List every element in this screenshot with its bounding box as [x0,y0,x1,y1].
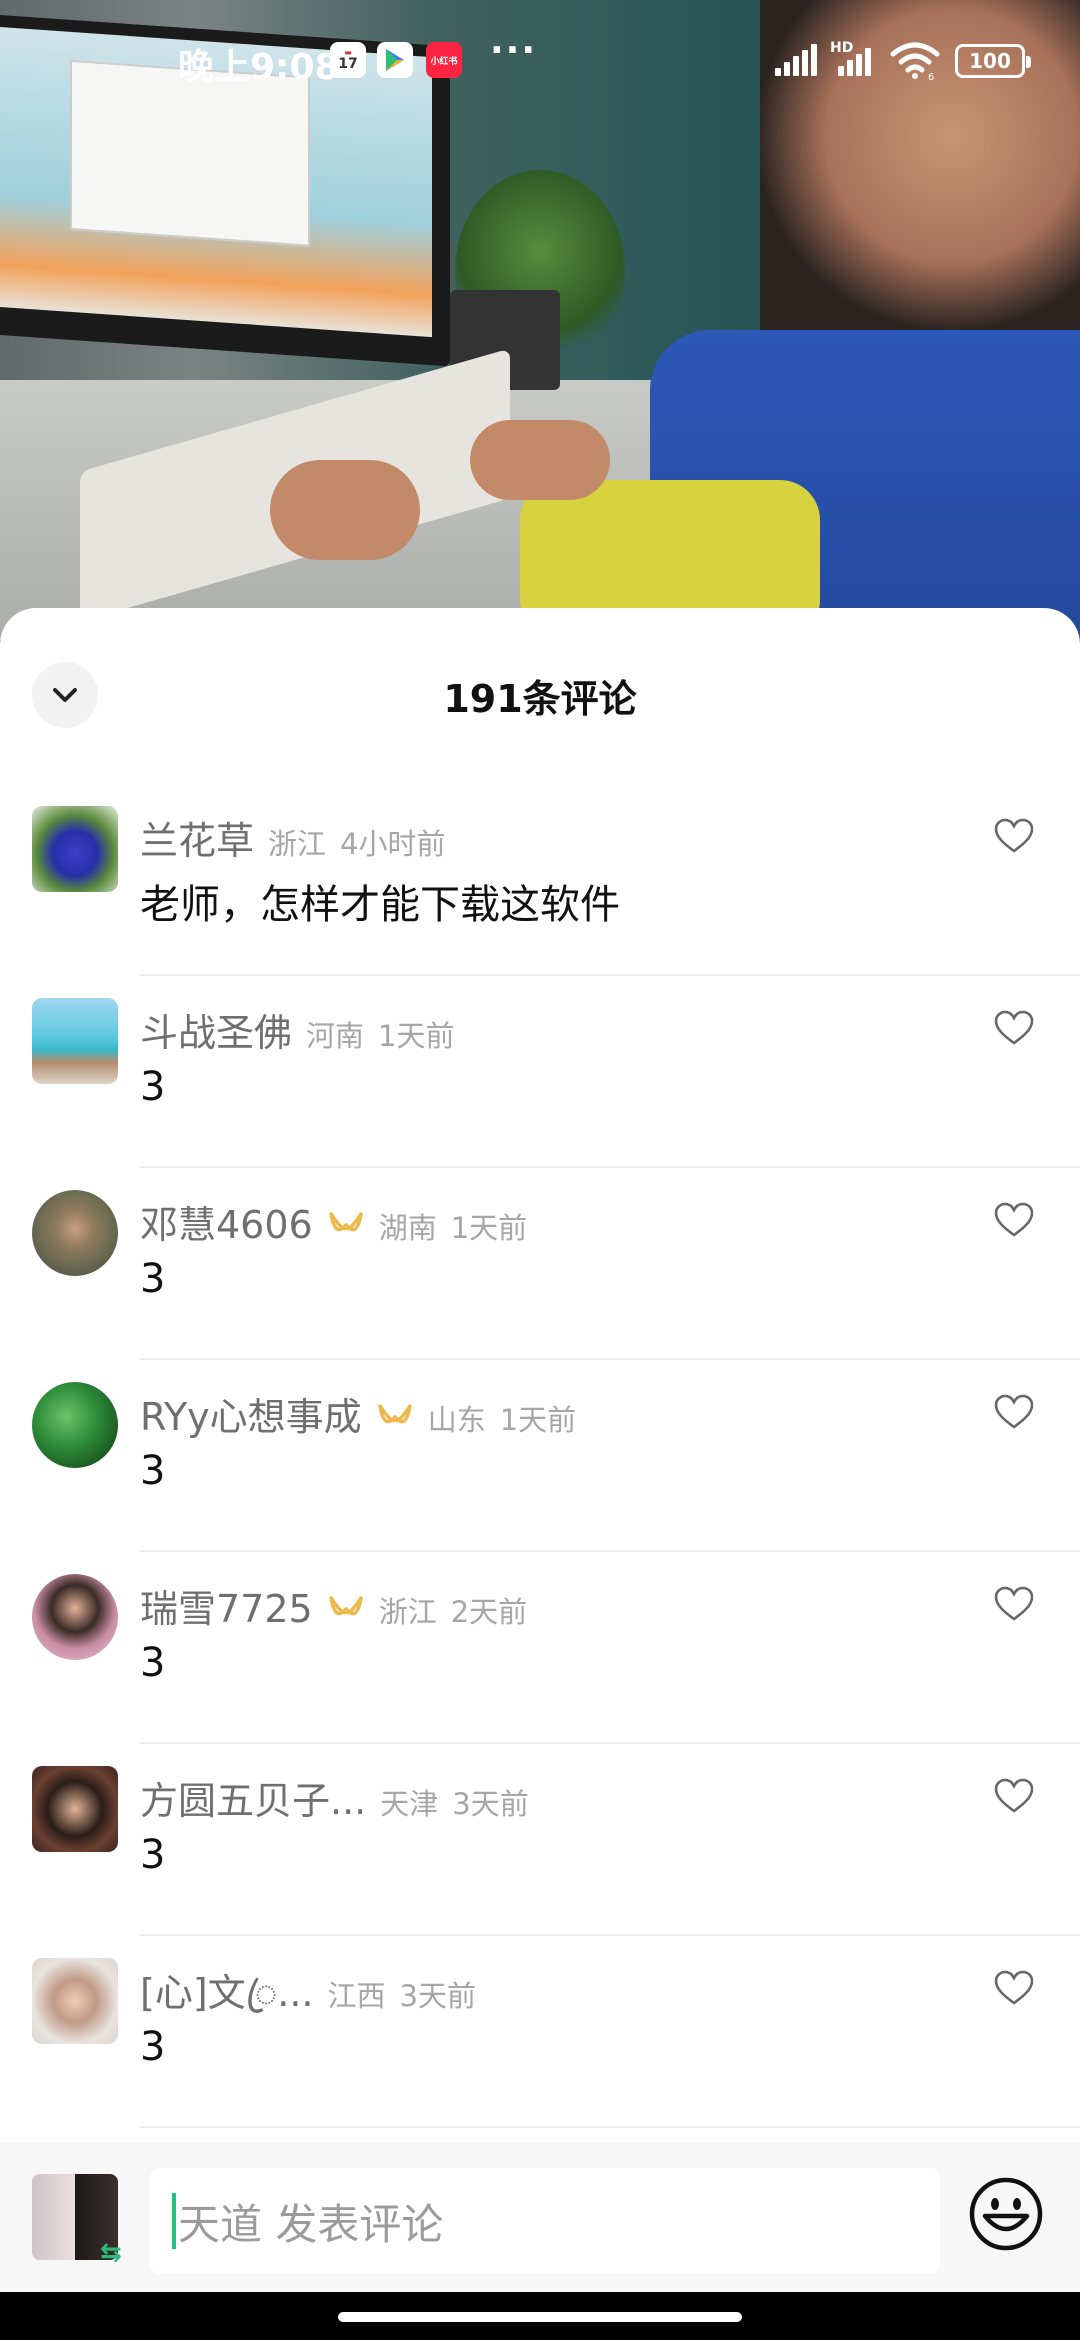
comment-item[interactable]: RYy心想事成 山东 1天前 3 [0,1360,1080,1552]
comment-time: 1天前 [499,1403,577,1437]
comment-list: 兰花草 浙江 4小时前 老师，怎样才能下载这软件 斗战圣佛 河南 1天前 3 邓… [0,784,1080,2128]
video-hand [470,420,610,500]
avatar[interactable] [32,1958,118,2044]
comment-location: 湖南 [378,1211,437,1245]
comment-text[interactable]: 3 [140,2024,165,2070]
heart-icon[interactable] [994,1586,1034,1622]
comment-username[interactable]: 斗战圣佛 [140,1002,292,1057]
comments-count-title: 191条评论 [443,677,637,721]
heart-icon[interactable] [994,1778,1034,1814]
comment-text[interactable]: 3 [140,1064,165,1110]
comment-time: 1天前 [378,1019,455,1053]
calendar-icon: ▬ 17 [330,42,366,78]
divider [140,2126,1080,2128]
comment-text[interactable]: 3 [140,1640,165,1686]
heart-icon[interactable] [994,1202,1034,1238]
comment-sheet: 191条评论 兰花草 浙江 4小时前 老师，怎样才能下载这软件 斗战圣佛 河南 … [0,608,1080,2340]
avatar[interactable] [32,998,118,1084]
comment-location: 山东 [427,1403,486,1437]
video-hand [270,460,420,560]
comment-location: 浙江 [378,1595,437,1629]
status-time: 晚上9:08 [178,47,340,88]
more-notifications-icon: ··· [490,30,538,71]
comment-input[interactable]: 天道 发表评论 [150,2168,940,2274]
svg-text:6: 6 [928,72,934,80]
comment-username[interactable]: 兰花草 [140,810,254,865]
ribbon-badge-icon [329,1212,363,1232]
comment-text[interactable]: 老师，怎样才能下载这软件 [140,872,620,930]
xiaohongshu-icon: 小红书 [426,42,462,78]
comment-meta: [心]文ꦿ... 江西 3天前 [140,1962,476,2041]
comment-item[interactable]: 斗战圣佛 河南 1天前 3 [0,976,1080,1168]
comment-meta: 方圆五贝子... 天津 3天前 [140,1770,529,1825]
home-indicator[interactable] [338,2312,742,2322]
heart-icon[interactable] [994,818,1034,854]
comment-input-placeholder: 天道 发表评论 [178,2199,444,2249]
heart-icon[interactable] [994,1970,1034,2006]
emoji-icon[interactable] [968,2176,1044,2252]
comment-text[interactable]: 3 [140,1832,165,1878]
status-bar: 晚上9:08 ▬ 17 小红书 ··· HD 6 100 [0,0,1080,120]
comment-location: 河南 [306,1019,365,1053]
comment-time: 3天前 [452,1787,529,1821]
comment-text[interactable]: 3 [140,1256,165,1302]
avatar[interactable] [32,1574,118,1660]
comment-meta: 瑞雪7725 浙江 2天前 [140,1578,527,1633]
comment-time: 3天前 [399,1979,476,2013]
avatar[interactable] [32,806,118,892]
avatar[interactable] [32,1382,118,1468]
comment-meta: 邓慧4606 湖南 1天前 [140,1194,527,1249]
comment-item[interactable]: 兰花草 浙江 4小时前 老师，怎样才能下载这软件 [0,784,1080,976]
comment-username[interactable]: 邓慧4606 [140,1194,313,1249]
heart-icon[interactable] [994,1394,1034,1430]
comment-text[interactable]: 3 [140,1448,165,1494]
avatar[interactable] [32,1190,118,1276]
comment-item[interactable]: 方圆五贝子... 天津 3天前 3 [0,1744,1080,1936]
app-screen: 晚上9:08 ▬ 17 小红书 ··· HD 6 100 191条评论 兰花草 … [0,0,1080,2340]
comment-location: 浙江 [268,827,327,861]
text-caret [172,2193,176,2249]
comment-time: 1天前 [450,1211,528,1245]
comment-meta: RYy心想事成 山东 1天前 [140,1386,576,1441]
comment-item[interactable]: [心]文ꦿ... 江西 3天前 3 [0,1936,1080,2128]
comment-location: 江西 [327,1979,386,2013]
comment-username[interactable]: 方圆五贝子... [140,1770,366,1825]
comment-time: 2天前 [450,1595,528,1629]
comment-meta: 斗战圣佛 河南 1天前 [140,1002,454,1057]
ribbon-badge-icon [329,1596,363,1616]
battery-indicator: 100 [955,44,1031,78]
avatar[interactable] [32,1766,118,1852]
comment-item[interactable]: 瑞雪7725 浙江 2天前 3 [0,1552,1080,1744]
comment-username[interactable]: [心]文ꦿ... [140,1962,314,2041]
ribbon-badge-icon [377,1404,412,1424]
signal-icon-2 [838,44,871,76]
swap-account-icon[interactable]: ⇆ [100,2238,122,2268]
calendar-day: 17 [338,56,358,72]
comment-username[interactable]: RYy心想事成 [140,1386,362,1441]
comment-time: 4小时前 [340,827,446,861]
comment-location: 天津 [380,1787,439,1821]
heart-icon[interactable] [994,1010,1034,1046]
signal-icon [775,44,817,76]
comment-username[interactable]: 瑞雪7725 [140,1578,313,1633]
comment-composer: ⇆ 天道 发表评论 [0,2142,1080,2292]
comment-item[interactable]: 邓慧4606 湖南 1天前 3 [0,1168,1080,1360]
play-store-icon [377,42,413,78]
comment-meta: 兰花草 浙江 4小时前 [140,810,445,865]
wifi-icon: 6 [890,42,940,80]
